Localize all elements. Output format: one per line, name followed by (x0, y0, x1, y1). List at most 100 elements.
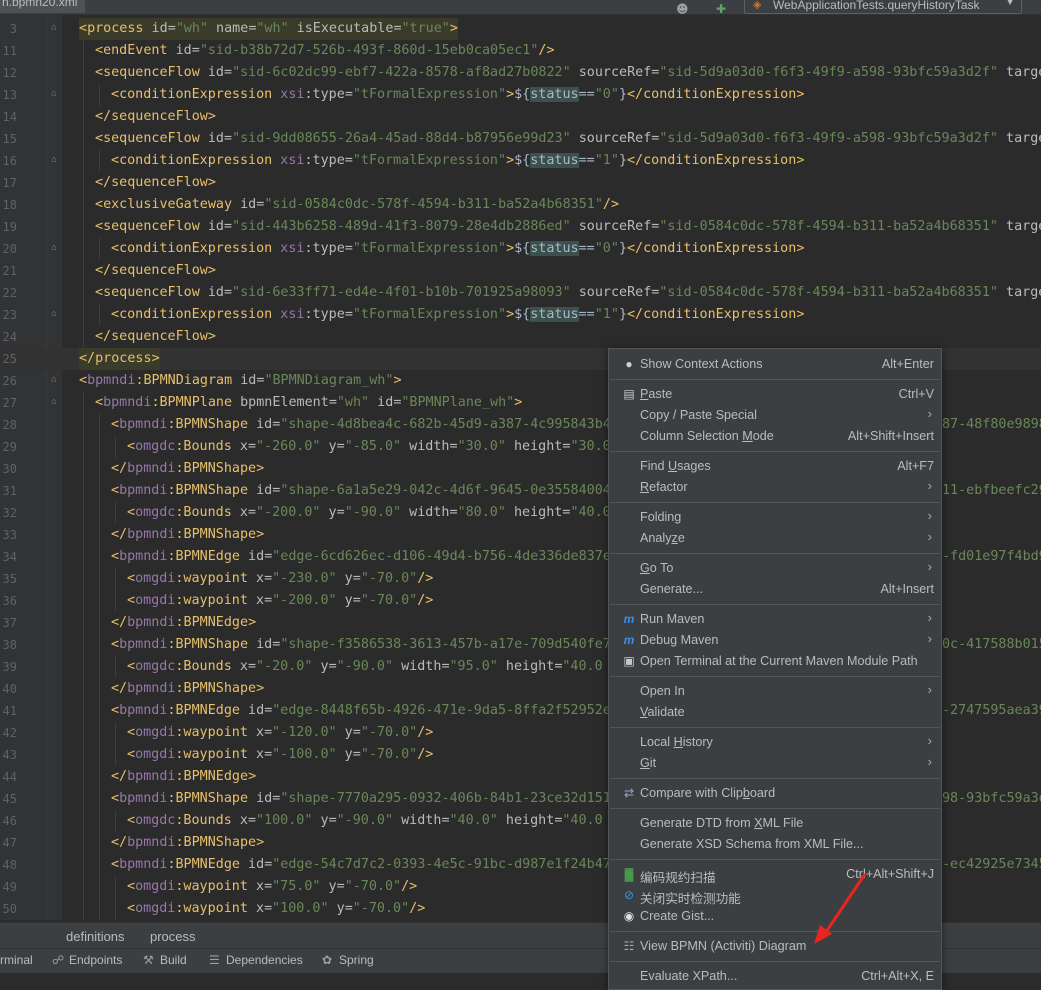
tool-window-terminal[interactable]: rminal (0, 953, 33, 967)
code-line[interactable]: 3 ⌂ <process id="wh" name="wh" isExecutabl… (0, 18, 1041, 40)
code-line[interactable]: 22⌂<sequenceFlow id="sid-6e33ff71-ed4e-4… (0, 282, 1041, 304)
code-text[interactable]: <omgdi:waypoint x="-200.0" y="-70.0"/> (127, 590, 433, 612)
user-icon[interactable]: ☻ (676, 2, 689, 14)
code-text[interactable]: <conditionExpression xsi:type="tFormalEx… (111, 238, 804, 260)
code-text[interactable]: </sequenceFlow> (95, 326, 216, 348)
menu-item-show-context-actions[interactable]: ● Show Context Actions Alt+Enter (609, 354, 941, 375)
menu-item-open-in[interactable]: Open In › (609, 681, 941, 702)
menu-item-refactor[interactable]: Refactor › (609, 477, 941, 498)
code-text[interactable]: <omgdi:waypoint x="75.0" y="-70.0"/> (127, 876, 417, 898)
menu-item-go-to[interactable]: Go To › (609, 558, 941, 579)
code-text[interactable]: <bpmndi:BPMNPlane bpmnElement="wh" id="B… (95, 392, 522, 414)
code-text[interactable]: </sequenceFlow> (95, 106, 216, 128)
code-text[interactable]: <sequenceFlow id="sid-6e33ff71-ed4e-4f01… (95, 282, 1041, 304)
code-text[interactable]: </bpmndi:BPMNShape> (111, 832, 264, 854)
code-text[interactable]: <omgdc:Bounds x="-20.0" y="-90.0" width=… (127, 656, 603, 678)
run-configuration-select[interactable]: ◈ WebApplicationTests.queryHistoryTask ▼ (744, 0, 1022, 14)
code-text[interactable]: <process id="wh" name="wh" isExecutable=… (79, 18, 458, 40)
code-line[interactable]: 15⌂<sequenceFlow id="sid-9dd08655-26a4-4… (0, 128, 1041, 150)
code-text[interactable]: <bpmndi:BPMNDiagram id="BPMNDiagram_wh"> (79, 370, 402, 392)
code-line[interactable]: 19⌂<sequenceFlow id="sid-443b6258-489d-4… (0, 216, 1041, 238)
code-line[interactable]: 18⌂<exclusiveGateway id="sid-0584c0dc-57… (0, 194, 1041, 216)
code-text[interactable]: <omgdc:Bounds x="-200.0" y="-90.0" width… (127, 502, 611, 524)
code-text[interactable]: </sequenceFlow> (95, 260, 216, 282)
breadcrumb-item-process[interactable]: process (150, 929, 196, 944)
code-text[interactable]: <bpmndi:BPMNEdge id="edge-54c7d7c2-0393-… (111, 854, 611, 876)
menu-item-local-history[interactable]: Local History › (609, 732, 941, 753)
code-text[interactable]: </process> (79, 348, 160, 370)
fold-marker-icon[interactable]: ⌂ (50, 310, 58, 319)
code-line[interactable]: 11⌂<endEvent id="sid-b38b72d7-526b-493f-… (0, 40, 1041, 62)
code-text[interactable]: <bpmndi:BPMNShape id="shape-6a1a5e29-042… (111, 480, 611, 502)
menu-item-generate-dtd-from-xml-file[interactable]: Generate DTD from XML File (609, 813, 941, 834)
code-text[interactable]: <exclusiveGateway id="sid-0584c0dc-578f-… (95, 194, 619, 216)
tool-window-endpoints[interactable]: ☍ Endpoints (52, 953, 122, 967)
code-line[interactable]: 24⌂</sequenceFlow> (0, 326, 1041, 348)
token-tag: < (79, 373, 88, 388)
code-text[interactable]: <endEvent id="sid-b38b72d7-526b-493f-860… (95, 40, 555, 62)
menu-item-analyze[interactable]: Analyze › (609, 528, 941, 549)
code-text[interactable]: <sequenceFlow id="sid-6c02dc99-ebf7-422a… (95, 62, 1041, 84)
code-text[interactable]: <omgdi:waypoint x="-100.0" y="-70.0"/> (127, 744, 433, 766)
code-text[interactable]: </bpmndi:BPMNEdge> (111, 766, 256, 788)
tool-window-spring[interactable]: ✿ Spring (322, 953, 374, 967)
menu-item-column-selection-mode[interactable]: Column Selection Mode Alt+Shift+Insert (609, 426, 941, 447)
menu-item-folding[interactable]: Folding › (609, 507, 941, 528)
code-line[interactable]: 17⌂</sequenceFlow> (0, 172, 1041, 194)
menu-item-paste[interactable]: ▤ Paste Ctrl+V (609, 384, 941, 405)
code-text[interactable]: </bpmndi:BPMNShape> (111, 458, 264, 480)
code-text[interactable]: <bpmndi:BPMNShape id="shape-4d8bea4c-682… (111, 414, 611, 436)
menu-item-compare-with-clipboard[interactable]: ⇄ Compare with Clipboard (609, 783, 941, 804)
file-tab[interactable]: n.bpmn20.xml (0, 0, 86, 13)
menu-item-generate[interactable]: Generate... Alt+Insert (609, 579, 941, 600)
code-text[interactable]: <omgdc:Bounds x="100.0" y="-90.0" width=… (127, 810, 603, 832)
fold-marker-icon[interactable]: ⌂ (50, 90, 58, 99)
fold-marker-icon[interactable]: ⌂ (50, 244, 58, 253)
fold-marker-icon[interactable]: ⌂ (50, 156, 58, 165)
code-line[interactable]: 13 ⌂ <conditionExpression xsi:type="tForma… (0, 84, 1041, 106)
menu-item-validate[interactable]: Validate (609, 702, 941, 723)
breadcrumb-item-definitions[interactable]: definitions (66, 929, 125, 944)
code-line[interactable]: 23 ⌂ <conditionExpression xsi:type="tForma… (0, 304, 1041, 326)
code-text[interactable]: </bpmndi:BPMNShape> (111, 678, 264, 700)
code-text[interactable]: <bpmndi:BPMNShape id="shape-7770a295-093… (111, 788, 611, 810)
menu-item-run-maven[interactable]: m Run Maven › (609, 609, 941, 630)
code-text[interactable]: <sequenceFlow id="sid-443b6258-489d-41f3… (95, 216, 1041, 238)
code-line[interactable]: 21⌂</sequenceFlow> (0, 260, 1041, 282)
code-text[interactable]: <bpmndi:BPMNEdge id="edge-6cd626ec-d106-… (111, 546, 611, 568)
code-line[interactable]: 20 ⌂ <conditionExpression xsi:type="tForma… (0, 238, 1041, 260)
menu-item-open-terminal-at-the-current-maven-module-path[interactable]: ▣ Open Terminal at the Current Maven Modu… (609, 651, 941, 672)
code-text[interactable]: <conditionExpression xsi:type="tFormalEx… (111, 84, 804, 106)
tool-window-build[interactable]: ⚒ Build (143, 953, 187, 967)
menu-item-git[interactable]: Git › (609, 753, 941, 774)
menu-item-debug-maven[interactable]: m Debug Maven › (609, 630, 941, 651)
menu-item-evaluate-xpath[interactable]: Evaluate XPath... Ctrl+Alt+X, E (609, 966, 941, 987)
code-text[interactable]: <conditionExpression xsi:type="tFormalEx… (111, 150, 804, 172)
menu-item-create-gist[interactable]: ◉ Create Gist... (609, 906, 941, 927)
code-text[interactable]: <sequenceFlow id="sid-9dd08655-26a4-45ad… (95, 128, 1041, 150)
menu-item-find-usages[interactable]: Find Usages Alt+F7 (609, 456, 941, 477)
code-text[interactable]: </bpmndi:BPMNShape> (111, 524, 264, 546)
tool-window-dependencies[interactable]: ☰ Dependencies (209, 953, 303, 967)
fold-marker-icon[interactable]: ⌂ (50, 24, 58, 33)
fold-marker-icon[interactable]: ⌂ (50, 398, 58, 407)
code-line[interactable]: 12⌂<sequenceFlow id="sid-6c02dc99-ebf7-4… (0, 62, 1041, 84)
code-text[interactable]: <omgdc:Bounds x="-260.0" y="-85.0" width… (127, 436, 611, 458)
menu-item-item-10-0[interactable]: ▓ 编码规约扫描 Ctrl+Alt+Shift+J (609, 864, 941, 885)
code-text[interactable]: <bpmndi:BPMNEdge id="edge-8448f65b-4926-… (111, 700, 611, 722)
menu-item-generate-xsd-schema-from-xml-file[interactable]: Generate XSD Schema from XML File... (609, 834, 941, 855)
code-text[interactable]: </bpmndi:BPMNEdge> (111, 612, 256, 634)
menu-item-item-10-1[interactable]: ⊘ 关闭实时检测功能 (609, 885, 941, 906)
fold-marker-icon[interactable]: ⌂ (50, 376, 58, 385)
menu-item-copy-paste-special[interactable]: Copy / Paste Special › (609, 405, 941, 426)
code-text[interactable]: <omgdi:waypoint x="-230.0" y="-70.0"/> (127, 568, 433, 590)
code-line[interactable]: 16 ⌂ <conditionExpression xsi:type="tForma… (0, 150, 1041, 172)
code-text[interactable]: <bpmndi:BPMNShape id="shape-f3586538-361… (111, 634, 611, 656)
code-text[interactable]: <conditionExpression xsi:type="tFormalEx… (111, 304, 804, 326)
code-text[interactable]: </sequenceFlow> (95, 172, 216, 194)
code-text[interactable]: <omgdi:waypoint x="-120.0" y="-70.0"/> (127, 722, 433, 744)
menu-item-view-bpmn-activiti-diagram[interactable]: ☷ View BPMN (Activiti) Diagram (609, 936, 941, 957)
code-text[interactable]: <omgdi:waypoint x="100.0" y="-70.0"/> (127, 898, 425, 920)
code-line[interactable]: 14⌂</sequenceFlow> (0, 106, 1041, 128)
hammer-icon[interactable]: ✚ (716, 2, 726, 14)
